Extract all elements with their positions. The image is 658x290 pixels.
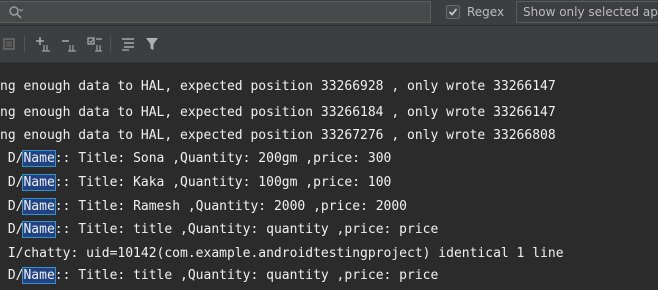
log-text: ng enough data to HAL, expected position…	[0, 105, 556, 120]
log-text: :: Title: Sona ,Quantity: 200gm ,price: …	[54, 151, 392, 166]
search-match-highlight: Name	[22, 198, 56, 215]
toolbar-separator	[110, 36, 111, 52]
regex-toggle[interactable]: Regex	[446, 4, 504, 20]
log-text: D/	[0, 268, 24, 283]
print-icon[interactable]	[120, 36, 136, 52]
log-line: I/chatty: uid=10142(com.example.androidt…	[0, 243, 564, 265]
logcat-header-bar: Regex Show only selected application	[0, 0, 658, 26]
soft-wraps-icon[interactable]	[35, 36, 51, 52]
log-text: :: Title: title ,Quantity: quantity ,pri…	[54, 268, 439, 283]
log-line: D/Name:: Title: title ,Quantity: quantit…	[0, 265, 438, 287]
log-line: D/Name:: Title: Kaka ,Quantity: 100gm ,p…	[0, 172, 391, 194]
restart-icon[interactable]	[87, 36, 103, 52]
log-text: :: Title: Ramesh ,Quantity: 2000 ,price:…	[54, 199, 407, 214]
log-text: D/	[0, 199, 24, 214]
search-match-highlight: Name	[22, 221, 56, 238]
regex-checkbox[interactable]	[446, 5, 460, 19]
app-filter-select[interactable]: Show only selected application	[516, 1, 658, 23]
toolbar-separator	[24, 36, 25, 52]
log-text: I/chatty: uid=10142(com.example.androidt…	[0, 246, 564, 261]
log-line: ng enough data to HAL, expected position…	[0, 76, 556, 98]
log-text: D/	[0, 151, 24, 166]
log-text: :: Title: Kaka ,Quantity: 100gm ,price: …	[54, 175, 392, 190]
log-line: D/Name:: Title: title ,Quantity: quantit…	[0, 219, 438, 241]
filter-icon[interactable]	[144, 36, 160, 52]
search-match-highlight: Name	[22, 267, 56, 284]
log-line: ng enough data to HAL, expected position…	[0, 102, 556, 124]
log-text: ng enough data to HAL, expected position…	[0, 128, 556, 143]
clear-logcat-icon[interactable]	[2, 36, 18, 52]
log-text: ng enough data to HAL, expected position…	[0, 79, 556, 94]
log-line: ng enough data to HAL, expected position…	[0, 125, 556, 147]
log-line: D/Name:: Title: Sona ,Quantity: 200gm ,p…	[0, 148, 391, 170]
search-input[interactable]	[28, 4, 423, 20]
regex-label: Regex	[467, 5, 505, 19]
search-match-highlight: Name	[22, 174, 56, 191]
scroll-to-end-icon[interactable]	[61, 36, 77, 52]
log-line: D/Name:: Title: Ramesh ,Quantity: 2000 ,…	[0, 196, 407, 218]
logcat-toolbar	[0, 26, 658, 63]
log-text: :: Title: title ,Quantity: quantity ,pri…	[54, 222, 439, 237]
search-box[interactable]	[0, 1, 431, 23]
log-text: D/	[0, 175, 24, 190]
search-icon[interactable]	[8, 5, 24, 21]
search-match-highlight: Name	[22, 150, 56, 167]
logcat-output[interactable]: ng enough data to HAL, expected position…	[0, 63, 658, 290]
log-text: D/	[0, 222, 24, 237]
checkmark-icon	[448, 8, 458, 16]
